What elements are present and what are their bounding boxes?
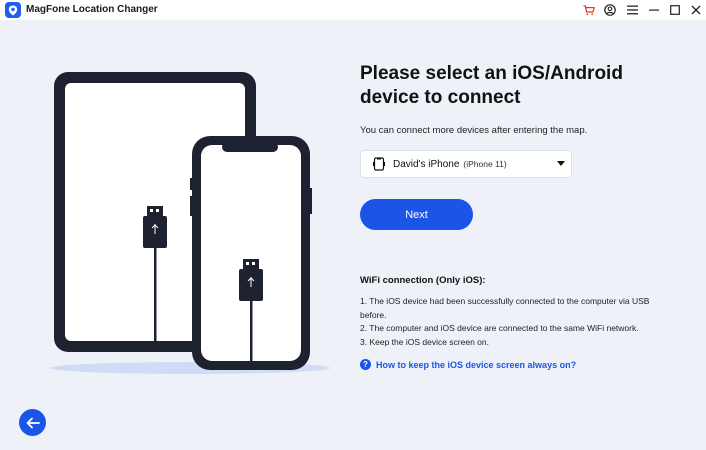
- close-icon[interactable]: [687, 1, 705, 19]
- page-title: Please select an iOS/Android device to c…: [360, 62, 680, 110]
- page-title-line2: device to connect: [360, 87, 521, 108]
- minimize-icon[interactable]: [645, 1, 663, 19]
- phone-illustration: [190, 136, 312, 370]
- phone-icon: [373, 157, 385, 171]
- help-link[interactable]: ? How to keep the iOS device screen alwa…: [360, 359, 576, 370]
- account-icon[interactable]: [601, 1, 619, 19]
- page-title-line1: Please select an iOS/Android: [360, 63, 623, 84]
- device-name: David's iPhone: [393, 158, 460, 170]
- devices-illustration: [40, 66, 330, 376]
- app-title: MagFone Location Changer: [26, 4, 158, 15]
- wifi-instruction-item: 1. The iOS device had been successfully …: [360, 296, 650, 320]
- maximize-icon[interactable]: [666, 1, 684, 19]
- help-link-label: How to keep the iOS device screen always…: [376, 359, 577, 370]
- arrow-left-icon: [26, 417, 40, 428]
- wifi-instructions: 1. The iOS device had been successfully …: [360, 295, 675, 349]
- connect-panel: Please select an iOS/Android device to c…: [360, 62, 680, 370]
- menu-icon[interactable]: [623, 1, 641, 19]
- device-model: (iPhone 11): [463, 159, 507, 169]
- chevron-down-icon: [557, 161, 565, 166]
- app-logo-icon: [5, 2, 21, 18]
- wifi-instruction-item: 3. Keep the iOS device screen on.: [360, 336, 489, 347]
- back-button[interactable]: [19, 409, 46, 436]
- device-select-dropdown[interactable]: David's iPhone (iPhone 11): [360, 150, 572, 178]
- question-icon: ?: [360, 359, 371, 370]
- cart-icon[interactable]: [580, 1, 598, 19]
- title-bar: MagFone Location Changer: [0, 0, 706, 20]
- wifi-section-title: WiFi connection (Only iOS):: [360, 275, 486, 286]
- subtitle: You can connect more devices after enter…: [360, 125, 588, 136]
- next-button[interactable]: Next: [360, 199, 473, 230]
- wifi-instruction-item: 2. The computer and iOS device are conne…: [360, 323, 639, 333]
